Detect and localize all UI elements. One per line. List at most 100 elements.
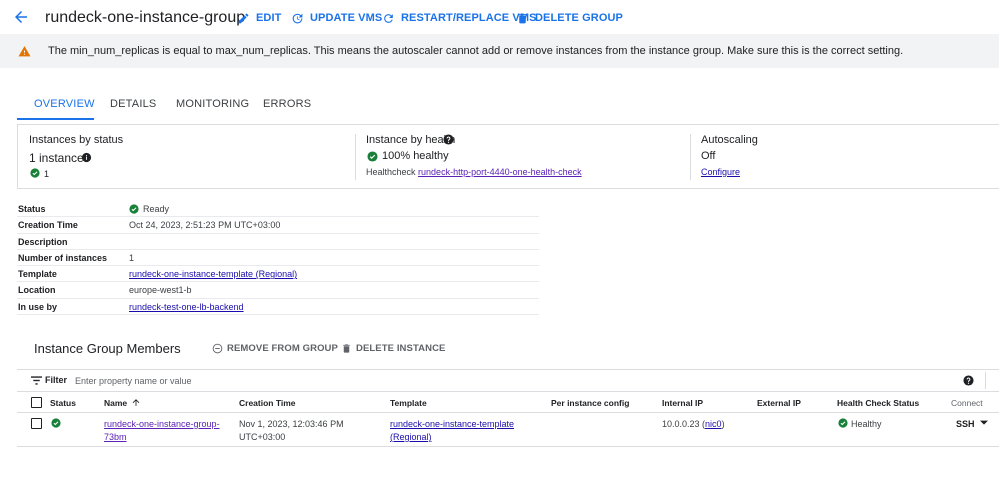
detail-row-description: Description (17, 234, 539, 250)
creation-time-cell: Nov 1, 2023, 12:03:46 PM UTC+03:00 (239, 418, 344, 444)
healthcheck-link[interactable]: rundeck-http-port-4440-one-health-check (418, 167, 582, 177)
instance-name-link-cont[interactable]: 73bm (104, 432, 127, 442)
arrow-up-icon[interactable] (131, 397, 141, 408)
delete-instance-button[interactable]: DELETE INSTANCE (341, 343, 445, 354)
detail-key: In use by (18, 301, 58, 312)
detail-key: Location (18, 285, 56, 296)
edit-label: EDIT (256, 12, 282, 24)
remove-circle-icon (212, 343, 223, 354)
detail-key: Number of instances (18, 252, 108, 263)
configure-link[interactable]: Configure (701, 167, 740, 177)
health-status-cell: Healthy (851, 419, 882, 429)
tab-overview[interactable]: OVERVIEW (34, 98, 95, 110)
help-icon[interactable] (963, 375, 974, 386)
in-use-by-link[interactable]: rundeck-test-one-lb-backend (129, 302, 244, 312)
nic-link[interactable]: nic0 (705, 419, 722, 429)
column-header-external-ip[interactable]: External IP (757, 398, 801, 408)
members-section-title: Instance Group Members (34, 341, 181, 356)
restart-replace-vms-button[interactable]: RESTART/REPLACE VMS (382, 11, 537, 25)
healthcheck-prefix: Healthcheck (366, 167, 416, 177)
trash-icon (518, 13, 527, 23)
template-link[interactable]: rundeck-one-instance-template (390, 419, 514, 429)
column-header-health-check-status[interactable]: Health Check Status (837, 398, 919, 408)
healthcheck-label: Healthcheck rundeck-http-port-4440-one-h… (366, 167, 582, 177)
creation-time-line1: Nov 1, 2023, 12:03:46 PM (239, 419, 344, 429)
instance-by-health-title: Instance by health (366, 134, 456, 146)
autoscaling-title: Autoscaling (701, 134, 758, 146)
check-circle-icon (838, 418, 848, 428)
template-link[interactable]: rundeck-one-instance-template (Regional) (129, 269, 297, 279)
detail-key: Template (18, 269, 57, 280)
tab-errors[interactable]: ERRORS (263, 98, 311, 110)
detail-value: rundeck-one-instance-template (Regional) (129, 269, 297, 279)
check-circle-icon (129, 204, 139, 214)
detail-row-location: Location europe-west1-b (17, 282, 539, 299)
detail-key: Description (18, 236, 68, 247)
update-icon (292, 13, 303, 23)
active-tab-indicator (17, 118, 94, 120)
tab-monitoring[interactable]: MONITORING (176, 98, 249, 110)
delete-group-label: DELETE GROUP (535, 12, 623, 24)
healthy-percentage: 100% healthy (382, 150, 449, 162)
filter-input[interactable] (75, 373, 375, 388)
column-header-name[interactable]: Name (104, 398, 127, 408)
delete-group-button[interactable]: DELETE GROUP (516, 11, 623, 25)
template-cell: rundeck-one-instance-template (Regional) (390, 418, 514, 444)
select-all-checkbox[interactable] (31, 397, 42, 408)
detail-value: europe-west1-b (129, 285, 192, 296)
warning-icon (18, 46, 31, 57)
panel-divider (355, 134, 356, 180)
warning-banner: The min_num_replicas is equal to max_num… (0, 34, 999, 68)
top-bar: rundeck-one-instance-group EDIT UPDATE V… (0, 0, 999, 34)
members-table-header: Status Name Creation Time Template Per i… (17, 393, 999, 413)
row-checkbox[interactable] (31, 418, 42, 429)
info-icon[interactable] (81, 152, 92, 163)
instance-count: 1 instance (29, 151, 84, 165)
column-header-template[interactable]: Template (390, 398, 427, 408)
ssh-button[interactable]: SSH (956, 418, 975, 431)
column-header-connect: Connect (951, 398, 983, 408)
detail-value: Ready (129, 204, 169, 214)
edit-button[interactable]: EDIT (237, 11, 281, 25)
back-arrow-icon[interactable] (12, 8, 30, 26)
detail-key: Creation Time (18, 220, 78, 231)
warning-text: The min_num_replicas is equal to max_num… (48, 45, 904, 57)
detail-row-creation-time: Creation Time Oct 24, 2023, 2:51:23 PM U… (17, 217, 539, 234)
status-summary-panel: Instances by status 1 instance 1 Instanc… (17, 124, 999, 189)
detail-value: rundeck-test-one-lb-backend (129, 302, 244, 312)
dropdown-arrow-icon[interactable] (980, 420, 988, 426)
column-header-status[interactable]: Status (50, 398, 76, 408)
detail-row-number-of-instances: Number of instances 1 (17, 250, 539, 267)
detail-key: Status (18, 204, 46, 214)
trash-icon (343, 344, 350, 353)
detail-row-template: Template rundeck-one-instance-template (… (17, 266, 539, 283)
detail-row-status: Status Ready (17, 201, 539, 218)
internal-ip-value: 10.0.0.23 (662, 419, 700, 429)
check-circle-icon (367, 151, 378, 162)
remove-from-group-button[interactable]: REMOVE FROM GROUP (212, 343, 338, 354)
internal-ip-cell: 10.0.0.23 (nic0) (662, 419, 725, 429)
update-vms-label: UPDATE VMS (310, 12, 383, 24)
remove-from-group-label: REMOVE FROM GROUP (227, 343, 338, 354)
column-header-per-instance-config[interactable]: Per instance config (551, 398, 629, 408)
refresh-icon (384, 13, 393, 23)
column-header-internal-ip[interactable]: Internal IP (662, 398, 703, 408)
filter-icon (31, 376, 42, 385)
details-table: Status Ready Creation Time Oct 24, 2023,… (17, 201, 539, 316)
check-circle-icon (30, 168, 40, 178)
table-row: rundeck-one-instance-group- 73bm Nov 1, … (17, 413, 999, 447)
status-text: Ready (143, 204, 170, 214)
help-icon[interactable] (443, 134, 454, 145)
detail-value: 1 (129, 252, 135, 263)
tab-details[interactable]: DETAILS (110, 98, 156, 110)
pencil-icon (238, 13, 249, 23)
template-link-cont[interactable]: (Regional) (390, 432, 432, 442)
instance-name-link[interactable]: rundeck-one-instance-group- (104, 419, 220, 429)
filter-bar: Filter (17, 369, 999, 392)
panel-divider (690, 134, 691, 180)
column-header-creation-time[interactable]: Creation Time (239, 398, 296, 408)
update-vms-button[interactable]: UPDATE VMS (291, 11, 382, 25)
detail-value: Oct 24, 2023, 2:51:23 PM UTC+03:00 (129, 220, 281, 231)
delete-instance-label: DELETE INSTANCE (356, 343, 446, 354)
filter-label: Filter (45, 375, 68, 385)
